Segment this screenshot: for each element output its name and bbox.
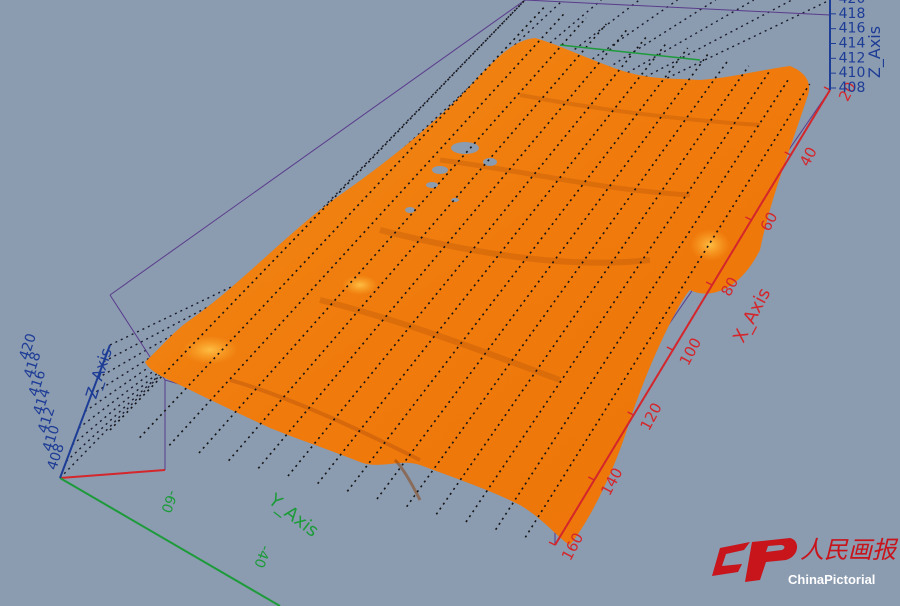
x-tick-mark bbox=[666, 346, 674, 351]
y-tick-label: -60 bbox=[157, 488, 180, 515]
z-tick-label: 412 bbox=[839, 50, 866, 66]
watermark-english: ChinaPictorial bbox=[788, 572, 875, 587]
watermark: 人民画报 ChinaPictorial bbox=[712, 536, 899, 587]
watermark-chinese: 人民画报 bbox=[800, 536, 899, 564]
x-tick-mark bbox=[548, 541, 556, 546]
z-tick-label: 416 bbox=[839, 21, 866, 37]
logo-icon bbox=[712, 538, 798, 582]
z-tick-label: 414 bbox=[839, 36, 866, 52]
y-tick-label: -40 bbox=[250, 543, 273, 570]
z-tick-label: 408 bbox=[839, 80, 866, 96]
x-tick-label: 40 bbox=[796, 144, 821, 169]
z-axis-label-left: Z_Axis bbox=[82, 346, 117, 402]
chart-viewport[interactable]: 20 40 60 80 100 120 140 160 X_Axis -60 -40 Y_Axi… bbox=[0, 0, 900, 606]
x-tick-label: 120 bbox=[636, 400, 665, 434]
z-tick-label: 420 bbox=[839, 0, 866, 7]
z-tick-label: 410 bbox=[839, 65, 866, 81]
z-axis-label-right: Z_Axis bbox=[865, 26, 885, 78]
y-axis-label: Y_Axis bbox=[264, 489, 323, 541]
surface-3d-plot[interactable]: 20406080100120140160 X_Axis -60-40 Y_Axi… bbox=[0, 0, 900, 606]
x-tick-label: 100 bbox=[676, 335, 705, 369]
z-tick-label: 418 bbox=[839, 6, 866, 22]
